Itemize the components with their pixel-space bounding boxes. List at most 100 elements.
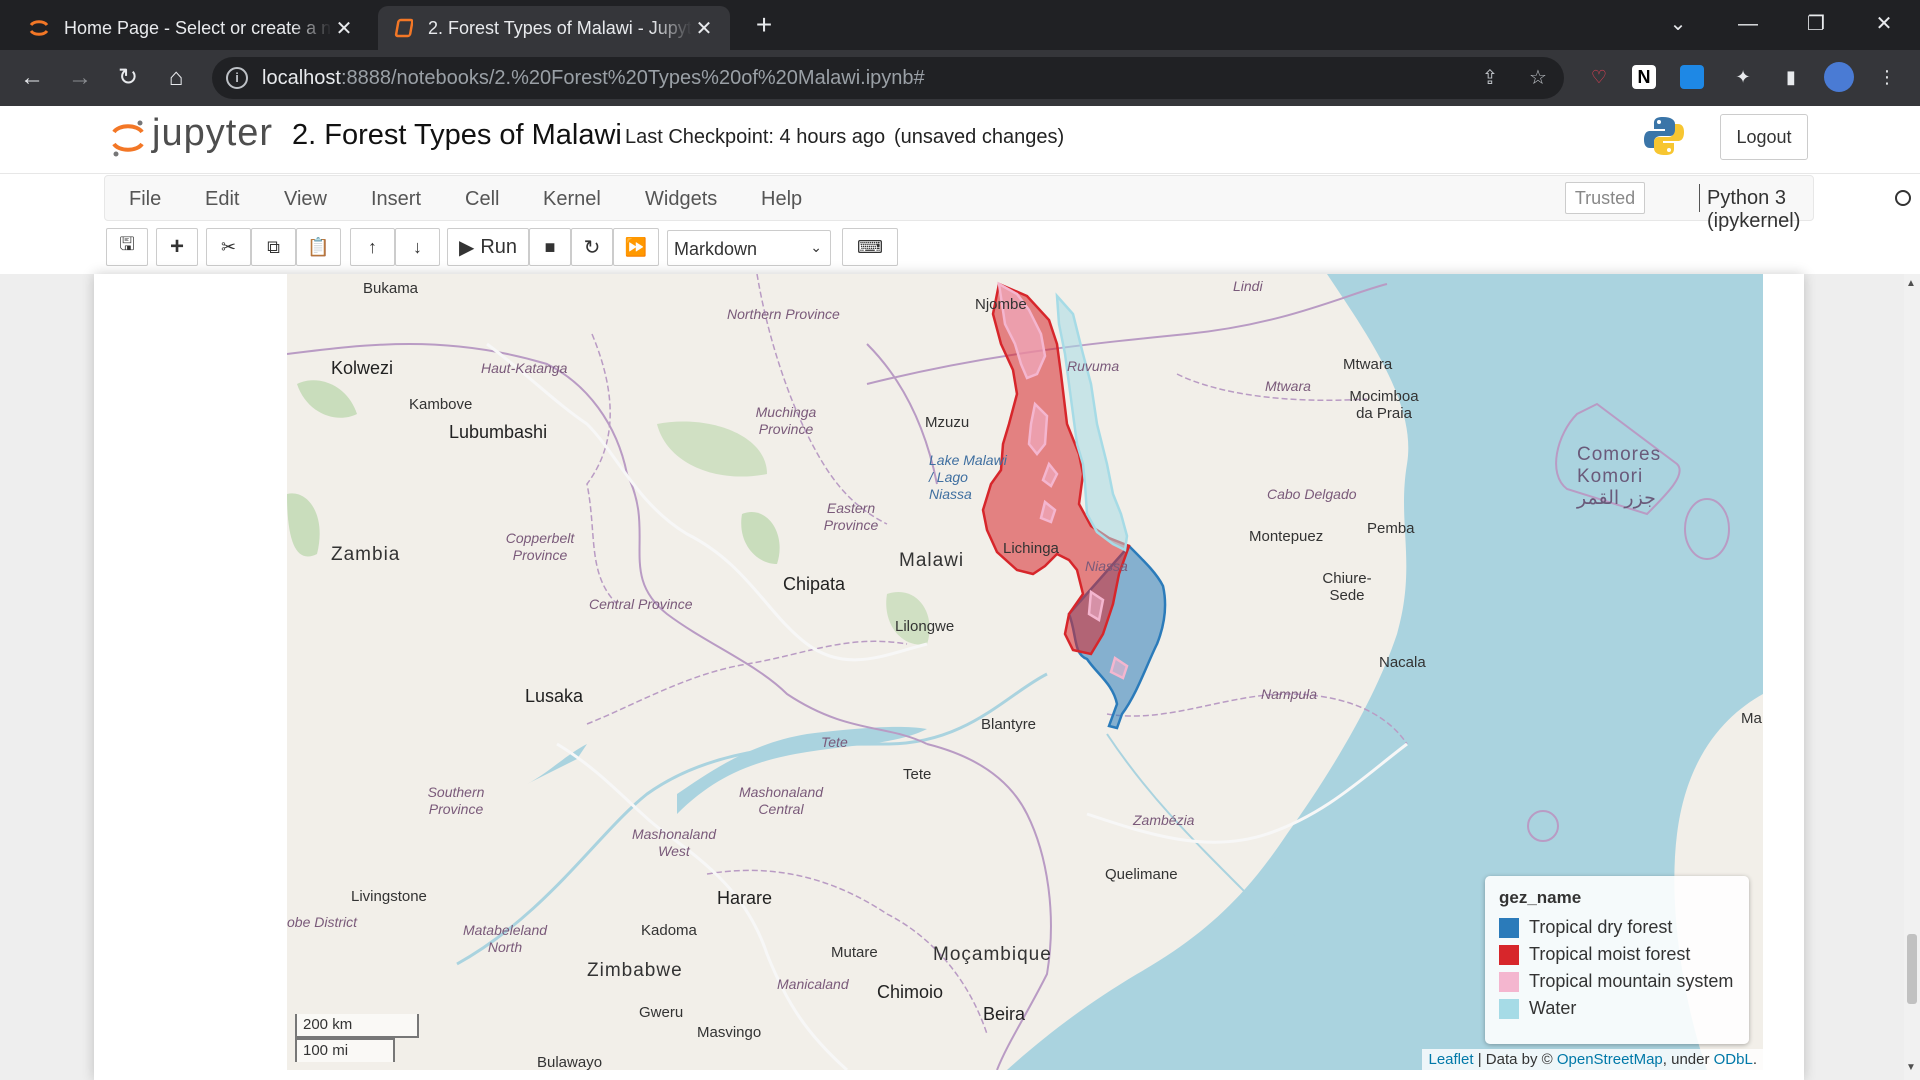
page-scrollbar[interactable]: ▲ ▼ — [1904, 274, 1920, 1080]
move-down-button[interactable]: ↓ — [395, 228, 440, 266]
menu-help[interactable]: Help — [761, 188, 802, 211]
profile-icon[interactable] — [1824, 62, 1854, 92]
back-icon[interactable]: ← — [16, 62, 48, 94]
map-label: Mtwara — [1343, 356, 1393, 373]
map-label: Cabo Delgado — [1267, 486, 1357, 502]
menu-file[interactable]: File — [129, 188, 161, 211]
legend-item: Water — [1499, 995, 1735, 1022]
map-label: Lichinga — [1003, 540, 1059, 557]
map-legend: gez_name Tropical dry forest Tropical mo… — [1485, 876, 1749, 1044]
legend-item: Tropical dry forest — [1499, 914, 1735, 941]
tab-notebook[interactable]: 2. Forest Types of Malawi - Jupyter Note… — [378, 6, 730, 50]
tab-search-icon[interactable]: ⌄ — [1652, 6, 1704, 42]
map-label: Masvingo — [697, 1024, 762, 1041]
close-icon[interactable]: ✕ — [332, 16, 356, 41]
arrow-up-icon: ↑ — [368, 236, 377, 257]
restart-run-all-button[interactable]: ⏩ — [613, 228, 659, 266]
close-window-icon[interactable]: ✕ — [1858, 6, 1910, 42]
new-tab-icon[interactable]: + — [748, 10, 780, 42]
arrow-down-icon: ↓ — [413, 236, 422, 257]
logout-button[interactable]: Logout — [1720, 114, 1808, 160]
forward-icon[interactable]: → — [64, 62, 96, 94]
minimize-icon[interactable]: — — [1722, 6, 1774, 42]
notion-icon[interactable]: N — [1632, 65, 1656, 89]
leaflet-map[interactable]: Bukama Northern Province Njombe Lindi Ko… — [287, 274, 1763, 1070]
menu-view[interactable]: View — [284, 188, 327, 211]
info-icon[interactable]: i — [226, 67, 248, 89]
admin-boundary — [586, 333, 618, 605]
python-logo-icon — [1644, 117, 1684, 155]
interrupt-button[interactable]: ■ — [529, 228, 571, 266]
tab-home[interactable]: Home Page - Select or create a notebook … — [14, 6, 370, 50]
legend-label: Water — [1529, 998, 1577, 1018]
trusted-indicator[interactable]: Trusted — [1565, 182, 1645, 214]
cut-button[interactable]: ✂ — [206, 228, 251, 266]
legend-swatch — [1499, 917, 1519, 938]
puzzle-icon[interactable]: ✦ — [1728, 62, 1758, 92]
extension-icon[interactable] — [1680, 65, 1704, 89]
paste-button[interactable]: 📋 — [296, 228, 341, 266]
insert-cell-button[interactable]: + — [156, 228, 198, 266]
legend-label: Tropical dry forest — [1529, 917, 1673, 937]
save-button[interactable]: 🖫 — [106, 228, 148, 266]
star-icon[interactable]: ☆ — [1526, 66, 1550, 90]
cell-type-select[interactable]: Markdown ⌄ — [667, 230, 831, 266]
command-palette-button[interactable]: ⌨ — [842, 228, 898, 266]
osm-link[interactable]: OpenStreetMap — [1557, 1051, 1663, 1068]
odbl-link[interactable]: ODbL — [1714, 1051, 1753, 1068]
map-label: Lusaka — [525, 686, 584, 706]
sidebar-icon[interactable]: ▮ — [1776, 62, 1806, 92]
kernel-name[interactable]: Python 3 (ipykernel) — [1707, 187, 1813, 233]
menu-insert[interactable]: Insert — [371, 188, 421, 211]
map-label: Zimbabwe — [587, 960, 683, 981]
map-label: Beira — [983, 1004, 1026, 1024]
attribution-text: | Data by © — [1473, 1051, 1557, 1068]
home-icon[interactable]: ⌂ — [160, 62, 192, 94]
paste-icon: 📋 — [307, 236, 330, 257]
legend-item: Tropical mountain system — [1499, 968, 1735, 995]
menu-kernel[interactable]: Kernel — [543, 188, 601, 211]
scrollbar-thumb[interactable] — [1907, 934, 1917, 1004]
url-text[interactable]: localhost:8888/notebooks/2.%20Forest%20T… — [262, 67, 925, 90]
legend-title: gez_name — [1499, 888, 1582, 907]
menu-icon[interactable]: ⋮ — [1872, 62, 1902, 92]
tab-bar: Home Page - Select or create a notebook … — [0, 0, 1920, 50]
map-label: Central Province — [589, 596, 693, 612]
menu-cell[interactable]: Cell — [465, 188, 499, 211]
share-icon[interactable]: ⇪ — [1478, 66, 1502, 90]
tab-title: Home Page - Select or create a notebook — [64, 17, 332, 38]
map-label: Lubumbashi — [449, 422, 548, 442]
close-icon[interactable]: ✕ — [692, 16, 716, 41]
map-label: Blantyre — [981, 716, 1037, 733]
address-bar[interactable]: i localhost:8888/notebooks/2.%20Forest%2… — [212, 57, 1564, 99]
scroll-down-icon[interactable]: ▼ — [1906, 1062, 1916, 1073]
jupyter-logo-text[interactable]: jupyter — [152, 112, 273, 155]
map-label: Tete — [821, 734, 848, 750]
jupyter-favicon-icon — [28, 17, 50, 39]
notebook-menubar: File Edit View Insert Cell Kernel Widget… — [104, 175, 1911, 232]
map-label: Manicaland — [777, 976, 849, 992]
move-up-button[interactable]: ↑ — [350, 228, 395, 266]
reload-icon[interactable]: ↻ — [112, 62, 144, 94]
map-label: Mocimboa da Praia — [1349, 388, 1419, 422]
map-label: Bulawayo — [537, 1054, 603, 1070]
pocket-icon[interactable]: ♡ — [1584, 62, 1614, 92]
notebook-title[interactable]: 2. Forest Types of Malawi — [292, 119, 622, 152]
restore-icon[interactable]: ❐ — [1790, 6, 1842, 42]
malawi-forest-layer[interactable] — [981, 281, 1167, 730]
leaflet-link[interactable]: Leaflet — [1428, 1051, 1473, 1068]
restart-button[interactable]: ↻ — [571, 228, 613, 266]
menu-edit[interactable]: Edit — [205, 188, 239, 211]
map-label: Southern Province — [427, 784, 485, 817]
map-label: Mashonaland West — [631, 826, 717, 859]
copy-button[interactable]: ⧉ — [251, 228, 296, 266]
map-label: Northern Province — [727, 306, 840, 322]
forest-patch — [287, 493, 320, 557]
cell-type-value: Markdown — [674, 239, 758, 259]
menu-widgets[interactable]: Widgets — [645, 188, 717, 211]
map-label: Moçambique — [933, 944, 1052, 965]
scroll-up-icon[interactable]: ▲ — [1906, 278, 1916, 289]
run-button[interactable]: ▶ Run — [447, 228, 529, 266]
jupyter-logo-icon[interactable] — [110, 118, 146, 158]
map-label: Malawi — [899, 550, 965, 571]
